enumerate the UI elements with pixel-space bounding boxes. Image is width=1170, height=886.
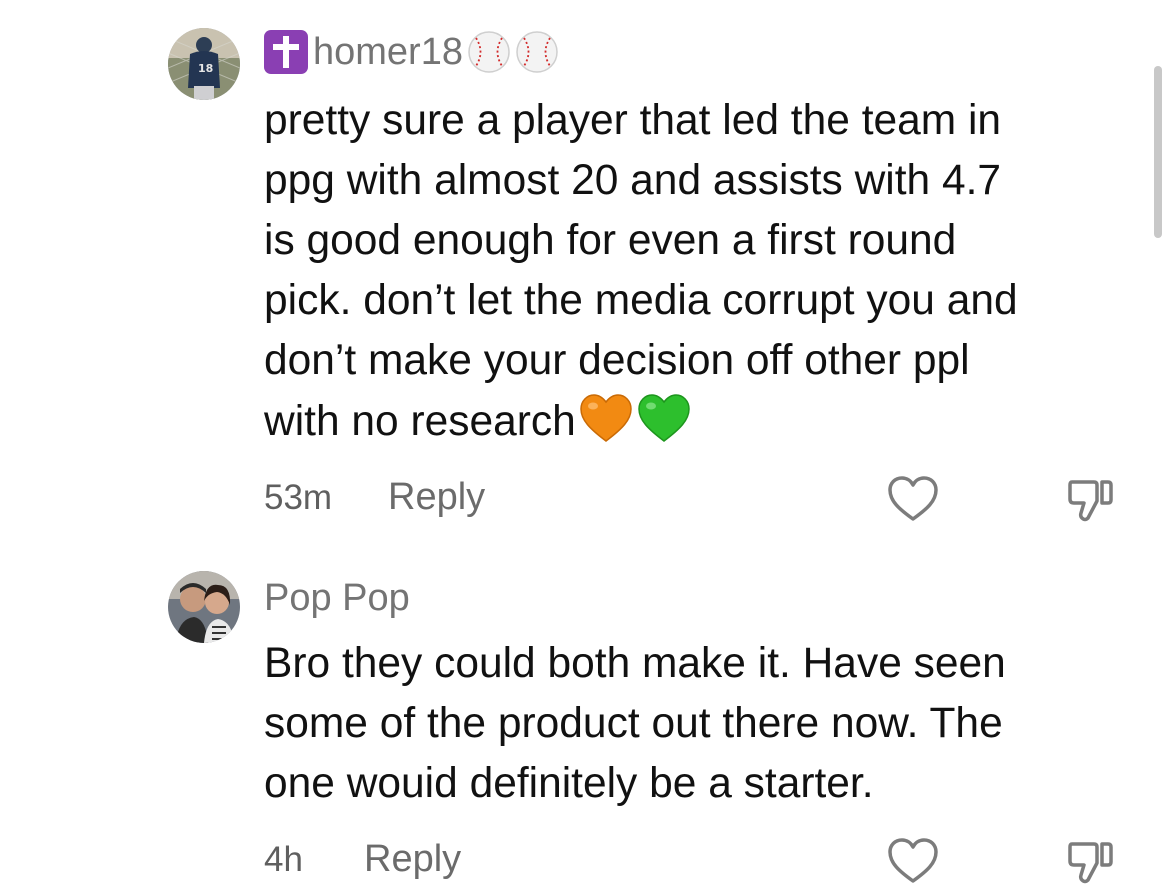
comment-text-line: some of the product out there now. The [264,700,1003,747]
comment-text-line: is good enough for even a first round [264,217,957,264]
username-label: Pop Pop [264,576,410,619]
heart-icon[interactable] [886,474,940,524]
comment-text: Bro they could both make it. Have seen s… [264,634,1144,814]
scrollbar[interactable] [1154,66,1162,238]
comment-text-line: Bro they could both make it. Have seen [264,640,1006,687]
heart-icon[interactable] [886,836,940,886]
baseball-icon [468,31,510,73]
green-heart-icon [638,394,690,442]
dislike-icon[interactable] [1064,836,1118,886]
orange-heart-icon [580,394,632,442]
svg-text:18: 18 [198,62,213,75]
username-label: homer18 [313,30,463,73]
comment-text-line: one wouid definitely be a starter. [264,760,874,807]
latin-cross-icon [264,30,308,74]
comment-text-line: don’t make your decision off other ppl [264,337,970,384]
avatar[interactable]: 18 [168,28,240,100]
baseball-icon [516,31,558,73]
reply-button[interactable]: Reply [364,838,461,881]
comment-timestamp: 4h [264,840,303,879]
username[interactable]: Pop Pop [264,574,410,622]
comment-text-line: pretty sure a player that led the team i… [264,97,1002,144]
username[interactable]: homer18 [264,28,559,76]
reply-button[interactable]: Reply [388,476,485,519]
comment-text-line: pick. don’t let the media corrupt you an… [264,277,1018,324]
comment-text-line: with no research [264,391,1144,452]
comment-text: pretty sure a player that led the team i… [264,91,1144,452]
comment-item: Pop Pop Bro they could both make it. Hav… [0,540,1150,884]
comment-text-line: ppg with almost 20 and assists with 4.7 [264,157,1002,204]
comment-item: 18 homer18 pretty sure a player that led… [0,0,1150,540]
dislike-icon[interactable] [1064,474,1118,524]
comment-timestamp: 53m [264,478,333,517]
avatar[interactable] [168,571,240,643]
comment-text-last: with no research [264,398,576,445]
